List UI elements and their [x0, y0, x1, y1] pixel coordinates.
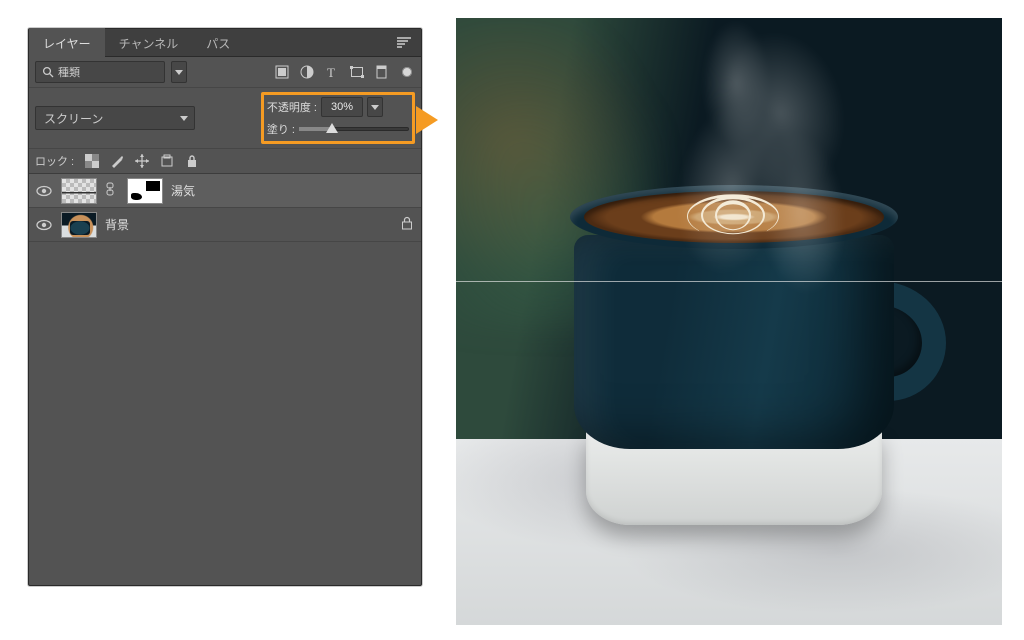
preview-image	[456, 18, 1002, 625]
filter-type-icons: T	[274, 64, 415, 80]
filter-shape-icon[interactable]	[349, 64, 365, 80]
layer-thumbnail[interactable]	[61, 178, 97, 204]
lock-icon	[401, 216, 413, 230]
fill-label: 塗り :	[267, 121, 295, 137]
opacity-chevron[interactable]	[367, 97, 383, 117]
panel-menu-icon[interactable]	[397, 37, 411, 49]
layers-panel: レイヤー チャンネル パス 種類 T スクリーン 不透明度 : 30%	[28, 28, 422, 586]
blend-mode-select[interactable]: スクリーン	[35, 106, 195, 130]
chevron-down-icon	[371, 105, 379, 110]
tab-channels-label: チャンネル	[119, 37, 179, 51]
chevron-down-icon	[175, 70, 183, 75]
tab-paths-label: パス	[206, 37, 230, 51]
lock-artboard-icon[interactable]	[159, 153, 175, 169]
tab-paths[interactable]: パス	[192, 28, 244, 57]
blend-mode-label: スクリーン	[44, 110, 103, 127]
layer-name-label: 背景	[105, 216, 129, 233]
eye-icon	[36, 219, 52, 231]
layer-row-steam[interactable]: 湯気	[29, 174, 421, 208]
lock-transparent-icon[interactable]	[84, 153, 100, 169]
visibility-toggle[interactable]	[35, 185, 53, 197]
opacity-slider[interactable]	[299, 122, 409, 136]
filter-smart-icon[interactable]	[374, 64, 390, 80]
blend-opacity-row: スクリーン 不透明度 : 30% 塗り :	[29, 88, 421, 149]
filter-kind-select[interactable]: 種類	[35, 61, 165, 83]
slider-thumb-icon[interactable]	[326, 123, 338, 133]
tab-layers-label: レイヤー	[43, 37, 91, 51]
lock-all-icon[interactable]	[184, 153, 200, 169]
lock-row: ロック :	[29, 149, 421, 174]
tab-layers[interactable]: レイヤー	[29, 28, 105, 57]
layer-list: 湯気 背景	[29, 174, 421, 585]
opacity-value[interactable]: 30%	[321, 97, 363, 117]
filter-row: 種類 T	[29, 57, 421, 88]
opacity-highlight: 不透明度 : 30% 塗り :	[261, 92, 415, 144]
guide-line	[456, 281, 1002, 282]
layer-mask-thumbnail[interactable]	[127, 178, 163, 204]
layer-name-label: 湯気	[171, 182, 195, 199]
chevron-down-icon	[180, 116, 188, 121]
lock-pixels-icon[interactable]	[109, 153, 125, 169]
opacity-label: 不透明度 :	[267, 99, 317, 115]
svg-text:T: T	[327, 65, 335, 79]
layer-row-background[interactable]: 背景	[29, 208, 421, 242]
panel-tabs: レイヤー チャンネル パス	[29, 29, 421, 57]
layer-lock-icon[interactable]	[401, 216, 413, 233]
filter-adjust-icon[interactable]	[299, 64, 315, 80]
eye-icon	[36, 185, 52, 197]
lock-position-icon[interactable]	[134, 153, 150, 169]
filter-kind-label: 種類	[58, 64, 80, 80]
filter-pixel-icon[interactable]	[274, 64, 290, 80]
filter-toggle-dot[interactable]	[399, 64, 415, 80]
filter-kind-chevron[interactable]	[171, 61, 187, 83]
filter-type-t-icon[interactable]: T	[324, 64, 340, 80]
tab-channels[interactable]: チャンネル	[105, 28, 193, 57]
callout-arrow	[416, 106, 438, 134]
lock-label: ロック :	[35, 153, 74, 169]
arrow-right-icon	[416, 106, 438, 134]
layer-thumbnail[interactable]	[61, 212, 97, 238]
visibility-toggle[interactable]	[35, 219, 53, 231]
mask-link-icon[interactable]	[105, 182, 119, 199]
search-icon	[42, 66, 54, 78]
